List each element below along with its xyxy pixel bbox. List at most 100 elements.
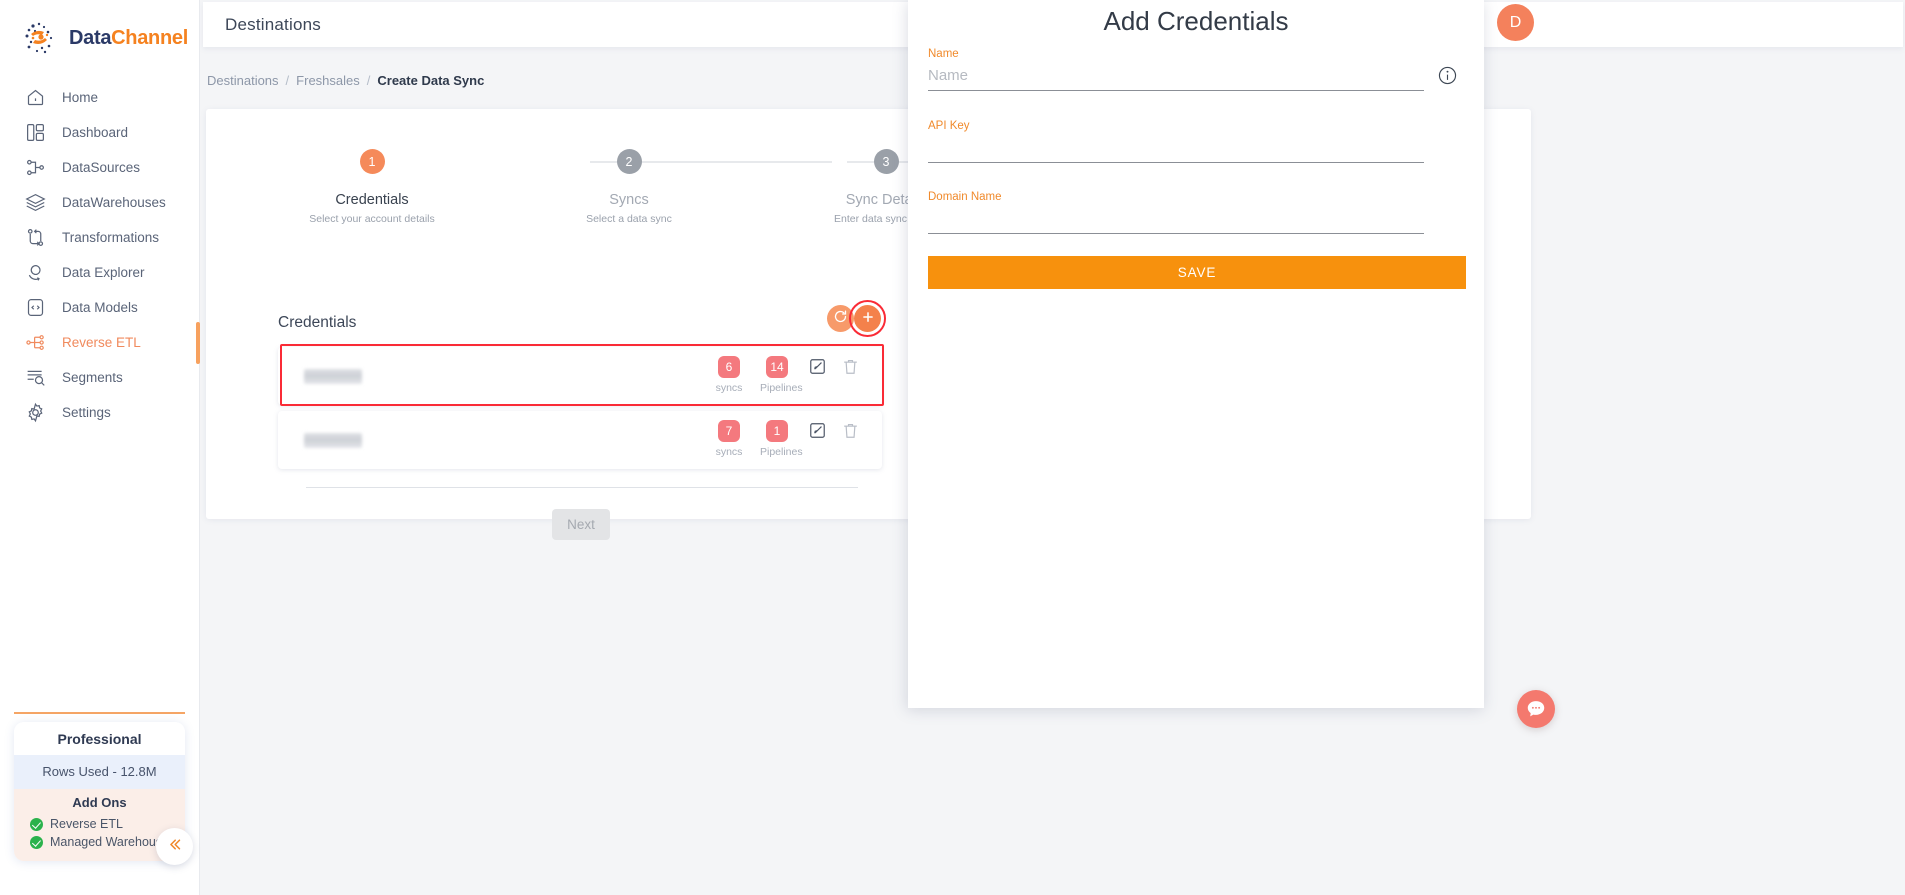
breadcrumb: Destinations / Freshsales / Create Data … (207, 73, 484, 88)
refresh-credentials-button[interactable] (827, 305, 854, 332)
panel-title: Add Credentials (1103, 6, 1289, 36)
sidebar-item-transformations[interactable]: Transformations (0, 220, 199, 255)
page-title: Destinations (225, 14, 321, 34)
sidebar-item-label: DataWarehouses (62, 195, 166, 210)
step-number: 1 (359, 149, 385, 174)
chevron-double-left-icon (166, 836, 183, 858)
divider (306, 487, 858, 488)
sidebar-item-label: DataSources (62, 160, 141, 175)
info-icon[interactable] (1437, 65, 1458, 86)
credential-name-redacted (304, 432, 362, 448)
add-credentials-button[interactable] (854, 305, 881, 332)
domain-name-input[interactable] (928, 203, 1424, 234)
datasources-icon (24, 157, 46, 179)
domain-name-field-group: Domain Name (928, 191, 1424, 234)
sidebar-item-data-explorer[interactable]: Data Explorer (0, 255, 199, 290)
name-field-label: Name (928, 48, 959, 60)
chat-widget-button[interactable] (1517, 690, 1555, 728)
name-field-group: Name (928, 48, 1424, 91)
step-number: 2 (616, 149, 642, 174)
sidebar-item-segments[interactable]: Segments (0, 360, 199, 395)
sidebar-item-datasources[interactable]: DataSources (0, 150, 199, 185)
sidebar-item-settings[interactable]: Settings (0, 395, 199, 430)
breadcrumb-item-freshsales[interactable]: Freshsales (296, 73, 360, 88)
chat-bubble-icon (1525, 698, 1547, 720)
brand-name-part1: Data (69, 26, 112, 49)
edit-icon[interactable] (808, 357, 827, 376)
step-title: Credentials (335, 192, 409, 208)
check-circle-icon (30, 817, 43, 831)
trash-icon[interactable] (841, 357, 860, 376)
syncs-label: syncs (715, 446, 743, 458)
breadcrumb-separator: / (366, 73, 371, 88)
syncs-badge-group: 7 syncs (712, 420, 746, 460)
avatar[interactable]: D (1497, 4, 1534, 41)
breadcrumb-separator: / (285, 73, 290, 88)
plan-addons-title: Add Ons (72, 795, 127, 810)
sidebar-item-label: Settings (62, 405, 111, 420)
dashboard-icon (24, 122, 46, 144)
home-icon (24, 87, 46, 109)
trash-icon[interactable] (841, 421, 860, 440)
datachannel-logo-icon (20, 18, 60, 58)
row-actions: 6 syncs 14 Pipelines (712, 356, 882, 396)
breadcrumb-item-destinations[interactable]: Destinations (207, 73, 279, 88)
addon-label: Managed Warehouse (50, 835, 170, 849)
name-input[interactable] (928, 60, 1424, 91)
stepper-step-syncs[interactable]: 2 Syncs Select a data sync (514, 149, 744, 225)
next-button[interactable]: Next (552, 509, 610, 540)
syncs-label: syncs (715, 382, 743, 394)
sidebar-item-label: Reverse ETL (62, 335, 141, 350)
status-badge: 1 (766, 420, 788, 442)
data-explorer-icon (24, 262, 46, 284)
table-row[interactable]: 6 syncs 14 Pipelines (278, 347, 882, 405)
api-key-input[interactable] (928, 132, 1424, 163)
sidebar-item-label: Segments (62, 370, 123, 385)
syncs-badge-group: 6 syncs (712, 356, 746, 396)
sidebar-item-label: Data Explorer (62, 265, 145, 280)
status-badge: 6 (718, 356, 740, 378)
pipelines-label: Pipelines (760, 446, 803, 458)
breadcrumb-item-current: Create Data Sync (377, 73, 485, 88)
status-badge: 7 (718, 420, 740, 442)
row-actions: 7 syncs 1 Pipelines (712, 420, 882, 460)
sidebar-item-datawarehouses[interactable]: DataWarehouses (0, 185, 199, 220)
plan-rows-used: Rows Used - 12.8M (14, 755, 185, 789)
refresh-icon (833, 309, 848, 329)
page-background (1687, 94, 1905, 895)
step-subtitle: Select a data sync (586, 213, 672, 225)
sidebar: DataChannel Home Dashboard DataSources D… (0, 0, 200, 895)
plan-divider (14, 712, 185, 714)
save-button[interactable]: SAVE (928, 256, 1466, 289)
gear-icon (24, 402, 46, 424)
step-subtitle: Select your account details (309, 213, 435, 225)
edit-icon[interactable] (808, 421, 827, 440)
step-number: 3 (873, 149, 899, 174)
table-row[interactable]: 7 syncs 1 Pipelines (278, 411, 882, 469)
sidebar-item-reverse-etl[interactable]: Reverse ETL (0, 322, 200, 364)
reverse-etl-icon (24, 332, 46, 354)
transformations-icon (24, 227, 46, 249)
sidebar-item-label: Transformations (62, 230, 160, 245)
brand-logo-block[interactable]: DataChannel (0, 0, 199, 72)
brand-name: DataChannel (69, 27, 188, 50)
stepper-step-credentials[interactable]: 1 Credentials Select your account detail… (257, 149, 487, 225)
sidebar-item-dashboard[interactable]: Dashboard (0, 115, 199, 150)
sidebar-item-data-models[interactable]: Data Models (0, 290, 199, 325)
sidebar-item-label: Dashboard (62, 125, 129, 140)
addon-item: Reverse ETL (14, 815, 185, 833)
sidebar-collapse-button[interactable] (156, 828, 193, 865)
api-key-field-group: API Key (928, 120, 1424, 163)
plan-name: Professional (14, 722, 185, 755)
add-credentials-panel: Add Credentials Name API Key Domain Name… (908, 0, 1484, 708)
segments-icon (24, 367, 46, 389)
avatar-initial: D (1509, 13, 1522, 31)
api-key-field-label: API Key (928, 120, 970, 132)
sidebar-item-home[interactable]: Home (0, 80, 199, 115)
step-title: Syncs (609, 192, 649, 208)
sidebar-item-label: Data Models (62, 300, 138, 315)
data-models-icon (24, 297, 46, 319)
sidebar-bottom-pad (0, 861, 199, 895)
brand-name-part2: Channel (111, 26, 188, 49)
domain-name-field-label: Domain Name (928, 191, 1002, 203)
